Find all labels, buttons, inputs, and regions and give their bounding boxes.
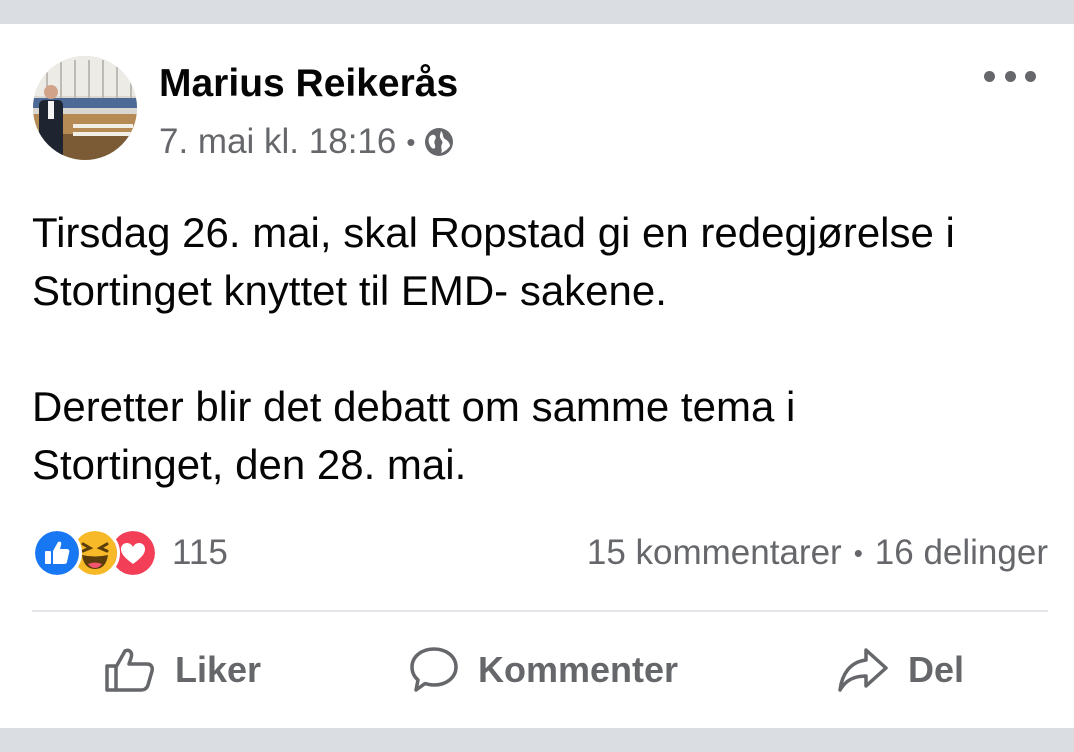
- share-button[interactable]: Del: [836, 640, 964, 700]
- divider: [32, 610, 1048, 612]
- thumbs-up-icon: [105, 648, 154, 692]
- share-label: Del: [908, 649, 965, 690]
- author-avatar[interactable]: [33, 56, 137, 160]
- share-arrow-icon: [838, 648, 888, 692]
- action-bar: Liker Kommenter Del: [0, 640, 1074, 700]
- engagement-stats: 15 kommentarer • 16 delinger: [587, 529, 1048, 577]
- comment-icon: [410, 647, 458, 692]
- post-paragraph: Tirsdag 26. mai, skal Ropstad gi en rede…: [32, 204, 1052, 320]
- comments-count[interactable]: 15 kommentarer: [587, 533, 842, 573]
- meta-separator: •: [406, 126, 416, 157]
- post-line: Stortinget, den 28. mai.: [32, 441, 467, 488]
- reaction-count[interactable]: 115: [172, 533, 228, 573]
- post-line: Tirsdag 26. mai, skal Ropstad gi en rede…: [32, 209, 955, 256]
- shares-count[interactable]: 16 delinger: [875, 533, 1048, 573]
- globe-icon: [425, 128, 454, 156]
- reaction-summary[interactable]: 115: [32, 528, 228, 578]
- post-body: Tirsdag 26. mai, skal Ropstad gi en rede…: [32, 204, 1052, 494]
- like-reaction-icon: [32, 528, 82, 578]
- post-timestamp[interactable]: 7. mai kl. 18:16: [159, 122, 396, 162]
- more-dot: [1025, 70, 1036, 82]
- more-options-icon[interactable]: [984, 64, 1036, 88]
- more-dot: [984, 70, 995, 82]
- comment-button[interactable]: Kommenter: [408, 640, 678, 700]
- more-dot: [1004, 70, 1016, 82]
- like-button[interactable]: Liker: [103, 640, 261, 700]
- post-meta: 7. mai kl. 18:16 •: [159, 122, 455, 162]
- post-line: Deretter blir det debatt om samme tema i: [32, 383, 796, 430]
- post-card: Marius Reikerås 7. mai kl. 18:16 • Tirsd…: [0, 24, 1074, 728]
- post-line: Stortinget knyttet til EMD- sakene.: [32, 267, 667, 314]
- post-paragraph: Deretter blir det debatt om samme tema i…: [32, 378, 1052, 494]
- stats-separator: •: [853, 537, 863, 568]
- author-name[interactable]: Marius Reikerås: [159, 62, 458, 106]
- comment-label: Kommenter: [478, 649, 679, 690]
- like-label: Liker: [175, 649, 262, 690]
